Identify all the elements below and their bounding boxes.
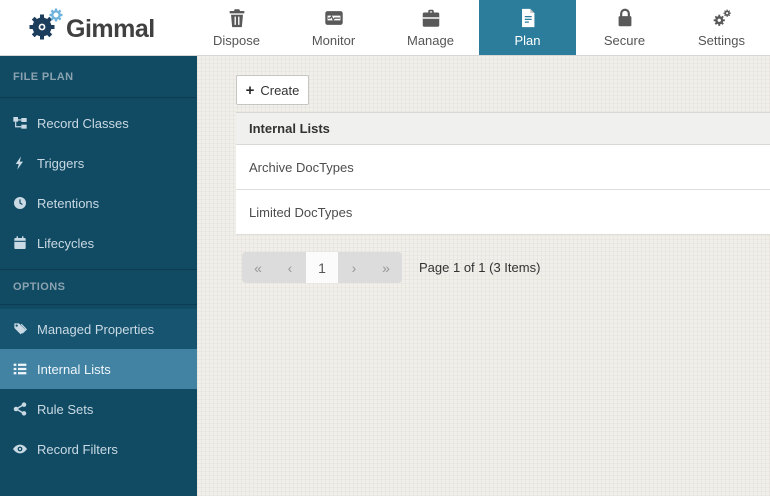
prev-page-button[interactable]: ‹	[274, 252, 306, 283]
top-header: Gimmal Dispose	[0, 0, 770, 56]
last-page-button[interactable]: »	[370, 252, 402, 283]
calendar-icon	[12, 235, 28, 251]
create-button-label: Create	[260, 83, 299, 98]
nav-item-label: Dispose	[213, 33, 260, 48]
gimmal-gears-logo-icon	[28, 8, 64, 47]
pagination: « ‹ 1 › » Page 1 of 1 (3 Items)	[242, 252, 770, 283]
eye-icon	[12, 441, 28, 457]
nav-item-label: Monitor	[312, 33, 355, 48]
nav-item-secure[interactable]: Secure	[576, 0, 673, 55]
first-page-button[interactable]: «	[242, 252, 274, 283]
sidebar-section-options: OPTIONS	[0, 269, 197, 305]
table-row[interactable]: Limited DocTypes	[236, 190, 770, 235]
sidebar-section-file-plan: FILE PLAN	[0, 56, 197, 98]
monitor-icon	[323, 7, 345, 29]
share-icon	[12, 401, 28, 417]
nav-item-settings[interactable]: Settings	[673, 0, 770, 55]
sidebar-item-label: Rule Sets	[37, 402, 93, 417]
sidebar-item-label: Triggers	[37, 156, 84, 171]
sidebar-item-label: Record Filters	[37, 442, 118, 457]
clock-icon	[12, 195, 28, 211]
briefcase-icon	[420, 7, 442, 29]
pager-controls: « ‹ 1 › »	[242, 252, 402, 283]
sidebar-item-label: Record Classes	[37, 116, 129, 131]
options-items: Managed Properties Internal Lists	[0, 305, 197, 469]
sidebar-item-lifecycles[interactable]: Lifecycles	[0, 223, 197, 263]
nav-item-label: Plan	[514, 33, 540, 48]
brand-logo[interactable]: Gimmal	[0, 0, 155, 55]
sidebar: FILE PLAN Record Classes	[0, 56, 197, 496]
sidebar-item-retentions[interactable]: Retentions	[0, 183, 197, 223]
sidebar-item-managed-properties[interactable]: Managed Properties	[0, 309, 197, 349]
app-root: Gimmal Dispose	[0, 0, 770, 496]
trash-icon	[226, 7, 248, 29]
nav-item-label: Settings	[698, 33, 745, 48]
lock-icon	[614, 7, 636, 29]
sidebar-item-internal-lists[interactable]: Internal Lists	[0, 349, 197, 389]
hierarchy-icon	[12, 115, 28, 131]
internal-lists-table: Internal Lists Archive DocTypes Limited …	[236, 112, 770, 235]
file-plan-items: Record Classes Triggers Retentions	[0, 98, 197, 263]
table-row[interactable]: Archive DocTypes	[236, 145, 770, 190]
document-icon	[517, 7, 539, 29]
brand-name: Gimmal	[66, 15, 155, 44]
list-icon	[12, 361, 28, 377]
table-header: Internal Lists	[236, 113, 770, 145]
next-page-button[interactable]: ›	[338, 252, 370, 283]
sidebar-item-label: Retentions	[37, 196, 99, 211]
top-nav: Dispose Monitor Manage	[188, 0, 770, 55]
gears-icon	[711, 7, 733, 29]
plus-icon: +	[246, 83, 255, 98]
nav-item-dispose[interactable]: Dispose	[188, 0, 285, 55]
sidebar-item-record-classes[interactable]: Record Classes	[0, 103, 197, 143]
nav-item-monitor[interactable]: Monitor	[285, 0, 382, 55]
sidebar-item-label: Managed Properties	[37, 322, 154, 337]
create-button[interactable]: + Create	[236, 75, 309, 105]
bolt-icon	[12, 155, 28, 171]
main-content: + Create Internal Lists Archive DocTypes…	[197, 56, 770, 496]
sidebar-item-label: Internal Lists	[37, 362, 111, 377]
nav-item-manage[interactable]: Manage	[382, 0, 479, 55]
pagination-summary: Page 1 of 1 (3 Items)	[419, 260, 540, 275]
nav-item-label: Secure	[604, 33, 645, 48]
nav-item-label: Manage	[407, 33, 454, 48]
current-page-button[interactable]: 1	[306, 252, 338, 283]
sidebar-item-label: Lifecycles	[37, 236, 94, 251]
sidebar-item-triggers[interactable]: Triggers	[0, 143, 197, 183]
sidebar-item-rule-sets[interactable]: Rule Sets	[0, 389, 197, 429]
sidebar-item-record-filters[interactable]: Record Filters	[0, 429, 197, 469]
tags-icon	[12, 321, 28, 337]
nav-item-plan[interactable]: Plan	[479, 0, 576, 55]
